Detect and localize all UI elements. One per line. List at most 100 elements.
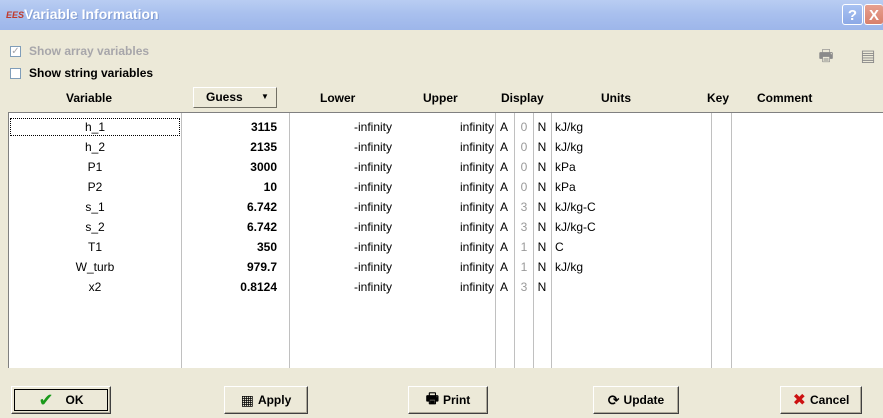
guess-cell[interactable]: 0.8124 [181,277,277,297]
variable-cell[interactable]: P1 [9,157,181,177]
format-cell[interactable]: A [495,177,513,197]
table-row[interactable]: P1 3000 -infinity infinity A 0 N kPa [9,157,883,177]
lower-cell[interactable]: -infinity [289,157,392,177]
lower-cell[interactable]: -infinity [289,277,392,297]
upper-cell[interactable]: infinity [394,117,494,137]
display-n-cell[interactable]: N [535,197,549,217]
title-bar[interactable]: EES Variable Information ? X [0,0,883,30]
table-row[interactable]: T1 350 -infinity infinity A 1 N C [9,237,883,257]
table-row[interactable]: h_2 2135 -infinity infinity A 0 N kJ/kg [9,137,883,157]
display-n-cell[interactable]: N [535,117,549,137]
units-cell[interactable] [555,277,705,297]
digits-cell[interactable]: 3 [516,277,532,297]
lower-cell[interactable]: -infinity [289,217,392,237]
upper-cell[interactable]: infinity [394,137,494,157]
format-cell[interactable]: A [495,277,513,297]
digits-cell[interactable]: 0 [516,157,532,177]
variable-cell[interactable]: x2 [9,277,181,297]
header-units: Units [601,91,631,105]
upper-cell[interactable]: infinity [394,177,494,197]
units-cell[interactable]: C [555,237,705,257]
save-icon[interactable]: ▤ [858,46,878,68]
show-string-checkbox[interactable] [10,67,21,79]
guess-cell[interactable]: 6.742 [181,217,277,237]
variable-cell[interactable]: T1 [9,237,181,257]
show-string-option[interactable]: Show string variables [10,66,153,80]
table-row[interactable]: x2 0.8124 -infinity infinity A 3 N [9,277,883,297]
units-cell[interactable]: kJ/kg [555,117,705,137]
units-cell[interactable]: kPa [555,157,705,177]
format-cell[interactable]: A [495,137,513,157]
display-n-cell[interactable]: N [535,277,549,297]
format-cell[interactable]: A [495,257,513,277]
table-row[interactable]: s_1 6.742 -infinity infinity A 3 N kJ/kg… [9,197,883,217]
guess-cell[interactable]: 350 [181,237,277,257]
units-cell[interactable]: kJ/kg [555,257,705,277]
digits-cell[interactable]: 3 [516,217,532,237]
guess-cell[interactable]: 6.742 [181,197,277,217]
lower-cell[interactable]: -infinity [289,117,392,137]
digits-cell[interactable]: 1 [516,257,532,277]
upper-cell[interactable]: infinity [394,257,494,277]
display-n-cell[interactable]: N [535,217,549,237]
close-button[interactable]: X [864,4,883,25]
format-cell[interactable]: A [495,217,513,237]
lower-cell[interactable]: -infinity [289,197,392,217]
digits-cell[interactable]: 0 [516,117,532,137]
units-cell[interactable]: kJ/kg-C [555,197,705,217]
help-button[interactable]: ? [842,4,863,25]
format-cell[interactable]: A [495,197,513,217]
upper-cell[interactable]: infinity [394,217,494,237]
update-button[interactable]: ⟳ Update [593,386,679,414]
lower-cell[interactable]: -infinity [289,177,392,197]
cancel-button[interactable]: ✖ Cancel [780,386,862,414]
format-cell[interactable]: A [495,237,513,257]
variable-table[interactable]: h_1 3115 -infinity infinity A 0 N kJ/kg … [8,112,883,368]
table-row[interactable]: s_2 6.742 -infinity infinity A 3 N kJ/kg… [9,217,883,237]
variable-cell[interactable]: W_turb [9,257,181,277]
ok-button[interactable]: ✔ OK [11,386,111,414]
digits-cell[interactable]: 1 [516,237,532,257]
lower-cell[interactable]: -infinity [289,237,392,257]
units-cell[interactable]: kPa [555,177,705,197]
display-n-cell[interactable]: N [535,257,549,277]
upper-cell[interactable]: infinity [394,197,494,217]
guess-cell[interactable]: 979.7 [181,257,277,277]
show-array-option[interactable]: ✓ Show array variables [10,44,149,58]
variable-cell[interactable]: h_1 [9,117,181,137]
printer-icon: 🖶 [425,390,439,406]
display-n-cell[interactable]: N [535,177,549,197]
variable-cell[interactable]: P2 [9,177,181,197]
variable-cell[interactable]: h_2 [9,137,181,157]
upper-cell[interactable]: infinity [394,277,494,297]
guess-cell[interactable]: 10 [181,177,277,197]
printer-icon[interactable]: 🖶 [816,46,836,68]
header-upper: Upper [423,91,458,105]
variable-cell[interactable]: s_1 [9,197,181,217]
format-cell[interactable]: A [495,157,513,177]
display-n-cell[interactable]: N [535,137,549,157]
table-row[interactable]: h_1 3115 -infinity infinity A 0 N kJ/kg [9,117,883,137]
guess-cell[interactable]: 2135 [181,137,277,157]
format-cell[interactable]: A [495,117,513,137]
lower-cell[interactable]: -infinity [289,257,392,277]
digits-cell[interactable]: 3 [516,197,532,217]
units-cell[interactable]: kJ/kg-C [555,217,705,237]
digits-cell[interactable]: 0 [516,137,532,157]
table-row[interactable]: P2 10 -infinity infinity A 0 N kPa [9,177,883,197]
guess-dropdown[interactable]: Guess ▼ [193,87,277,108]
display-n-cell[interactable]: N [535,157,549,177]
guess-cell[interactable]: 3000 [181,157,277,177]
apply-button[interactable]: ▦ Apply [224,386,308,414]
upper-cell[interactable]: infinity [394,157,494,177]
guess-cell[interactable]: 3115 [181,117,277,137]
variable-cell[interactable]: s_2 [9,217,181,237]
print-button[interactable]: 🖶 Print [408,386,488,414]
units-cell[interactable]: kJ/kg [555,137,705,157]
upper-cell[interactable]: infinity [394,237,494,257]
display-n-cell[interactable]: N [535,237,549,257]
table-row[interactable]: W_turb 979.7 -infinity infinity A 1 N kJ… [9,257,883,277]
lower-cell[interactable]: -infinity [289,137,392,157]
show-array-checkbox[interactable]: ✓ [10,45,21,57]
digits-cell[interactable]: 0 [516,177,532,197]
